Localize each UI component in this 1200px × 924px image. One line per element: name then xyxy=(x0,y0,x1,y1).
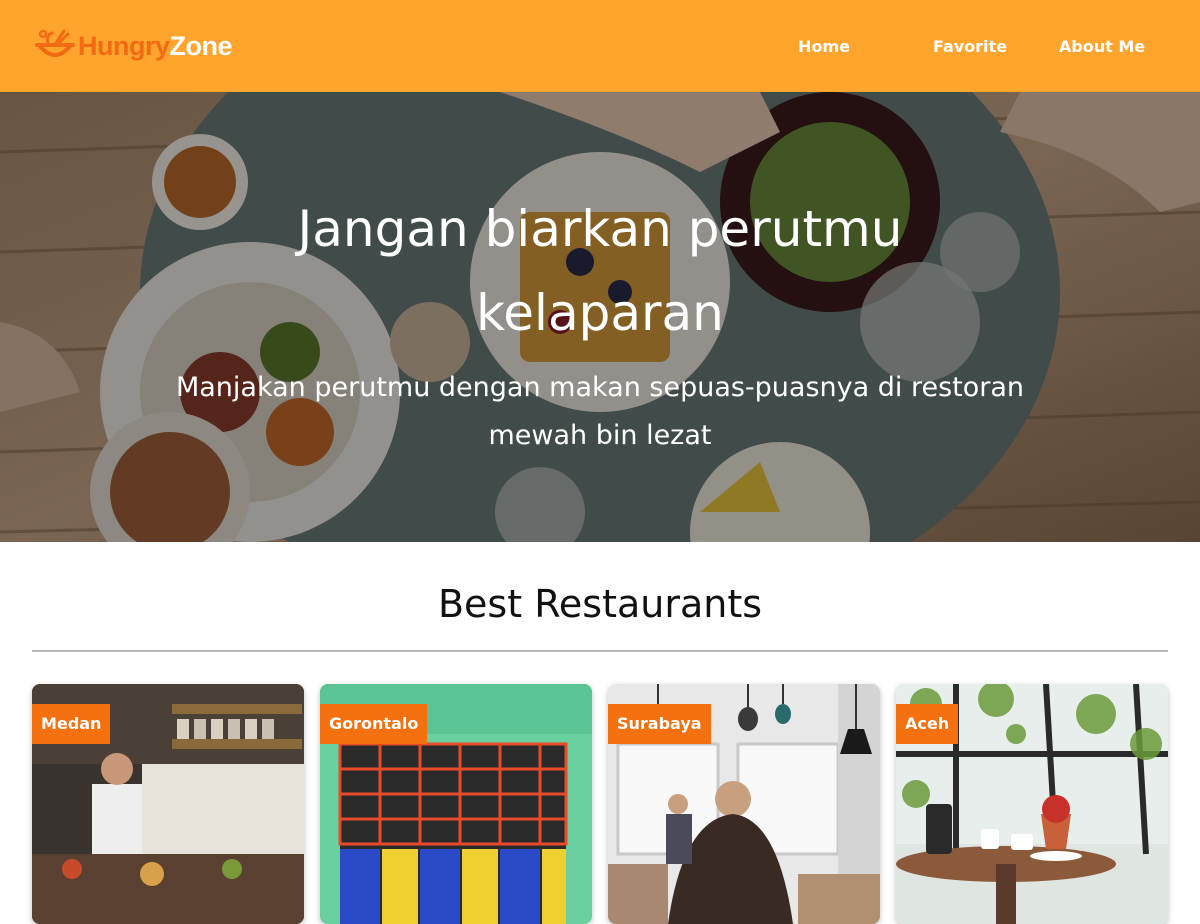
city-badge: Gorontalo xyxy=(320,704,428,744)
city-badge: Surabaya xyxy=(608,704,711,744)
app-header: HungryZone Home Favorite About Me xyxy=(0,0,1200,92)
brand-name: HungryZone xyxy=(78,30,233,61)
restaurant-card[interactable]: Surabaya xyxy=(608,684,880,924)
hero-title: Jangan biarkan perutmu kelaparan xyxy=(297,200,903,342)
main-nav: Home Favorite About Me xyxy=(774,37,1152,56)
city-badge: Medan xyxy=(32,704,111,744)
nav-home-link[interactable]: Home xyxy=(774,37,874,56)
section-title: Best Restaurants xyxy=(437,582,763,626)
restaurant-card[interactable]: Aceh xyxy=(896,684,1168,924)
nav-favorite-link[interactable]: Favorite xyxy=(906,37,1034,56)
brand-name-part1: Hungry xyxy=(78,30,170,61)
brand-name-part2: Zone xyxy=(169,30,233,61)
hero-subtitle: Manjakan perutmu dengan makan sepuas-pua… xyxy=(175,372,1025,451)
restaurant-card[interactable]: Medan xyxy=(32,684,304,924)
city-badge: Aceh xyxy=(896,704,959,744)
brand-logo[interactable]: HungryZone xyxy=(34,25,232,67)
food-bowl-icon xyxy=(35,29,75,57)
restaurant-card[interactable]: Gorontalo xyxy=(320,684,592,924)
nav-about-link[interactable]: About Me xyxy=(1052,37,1152,56)
restaurant-list: Medan Gorontalo Surabaya Aceh xyxy=(32,684,1168,924)
hero-banner: Jangan biarkan perutmu kelaparan Manjaka… xyxy=(0,92,1200,542)
section-divider xyxy=(32,650,1168,652)
